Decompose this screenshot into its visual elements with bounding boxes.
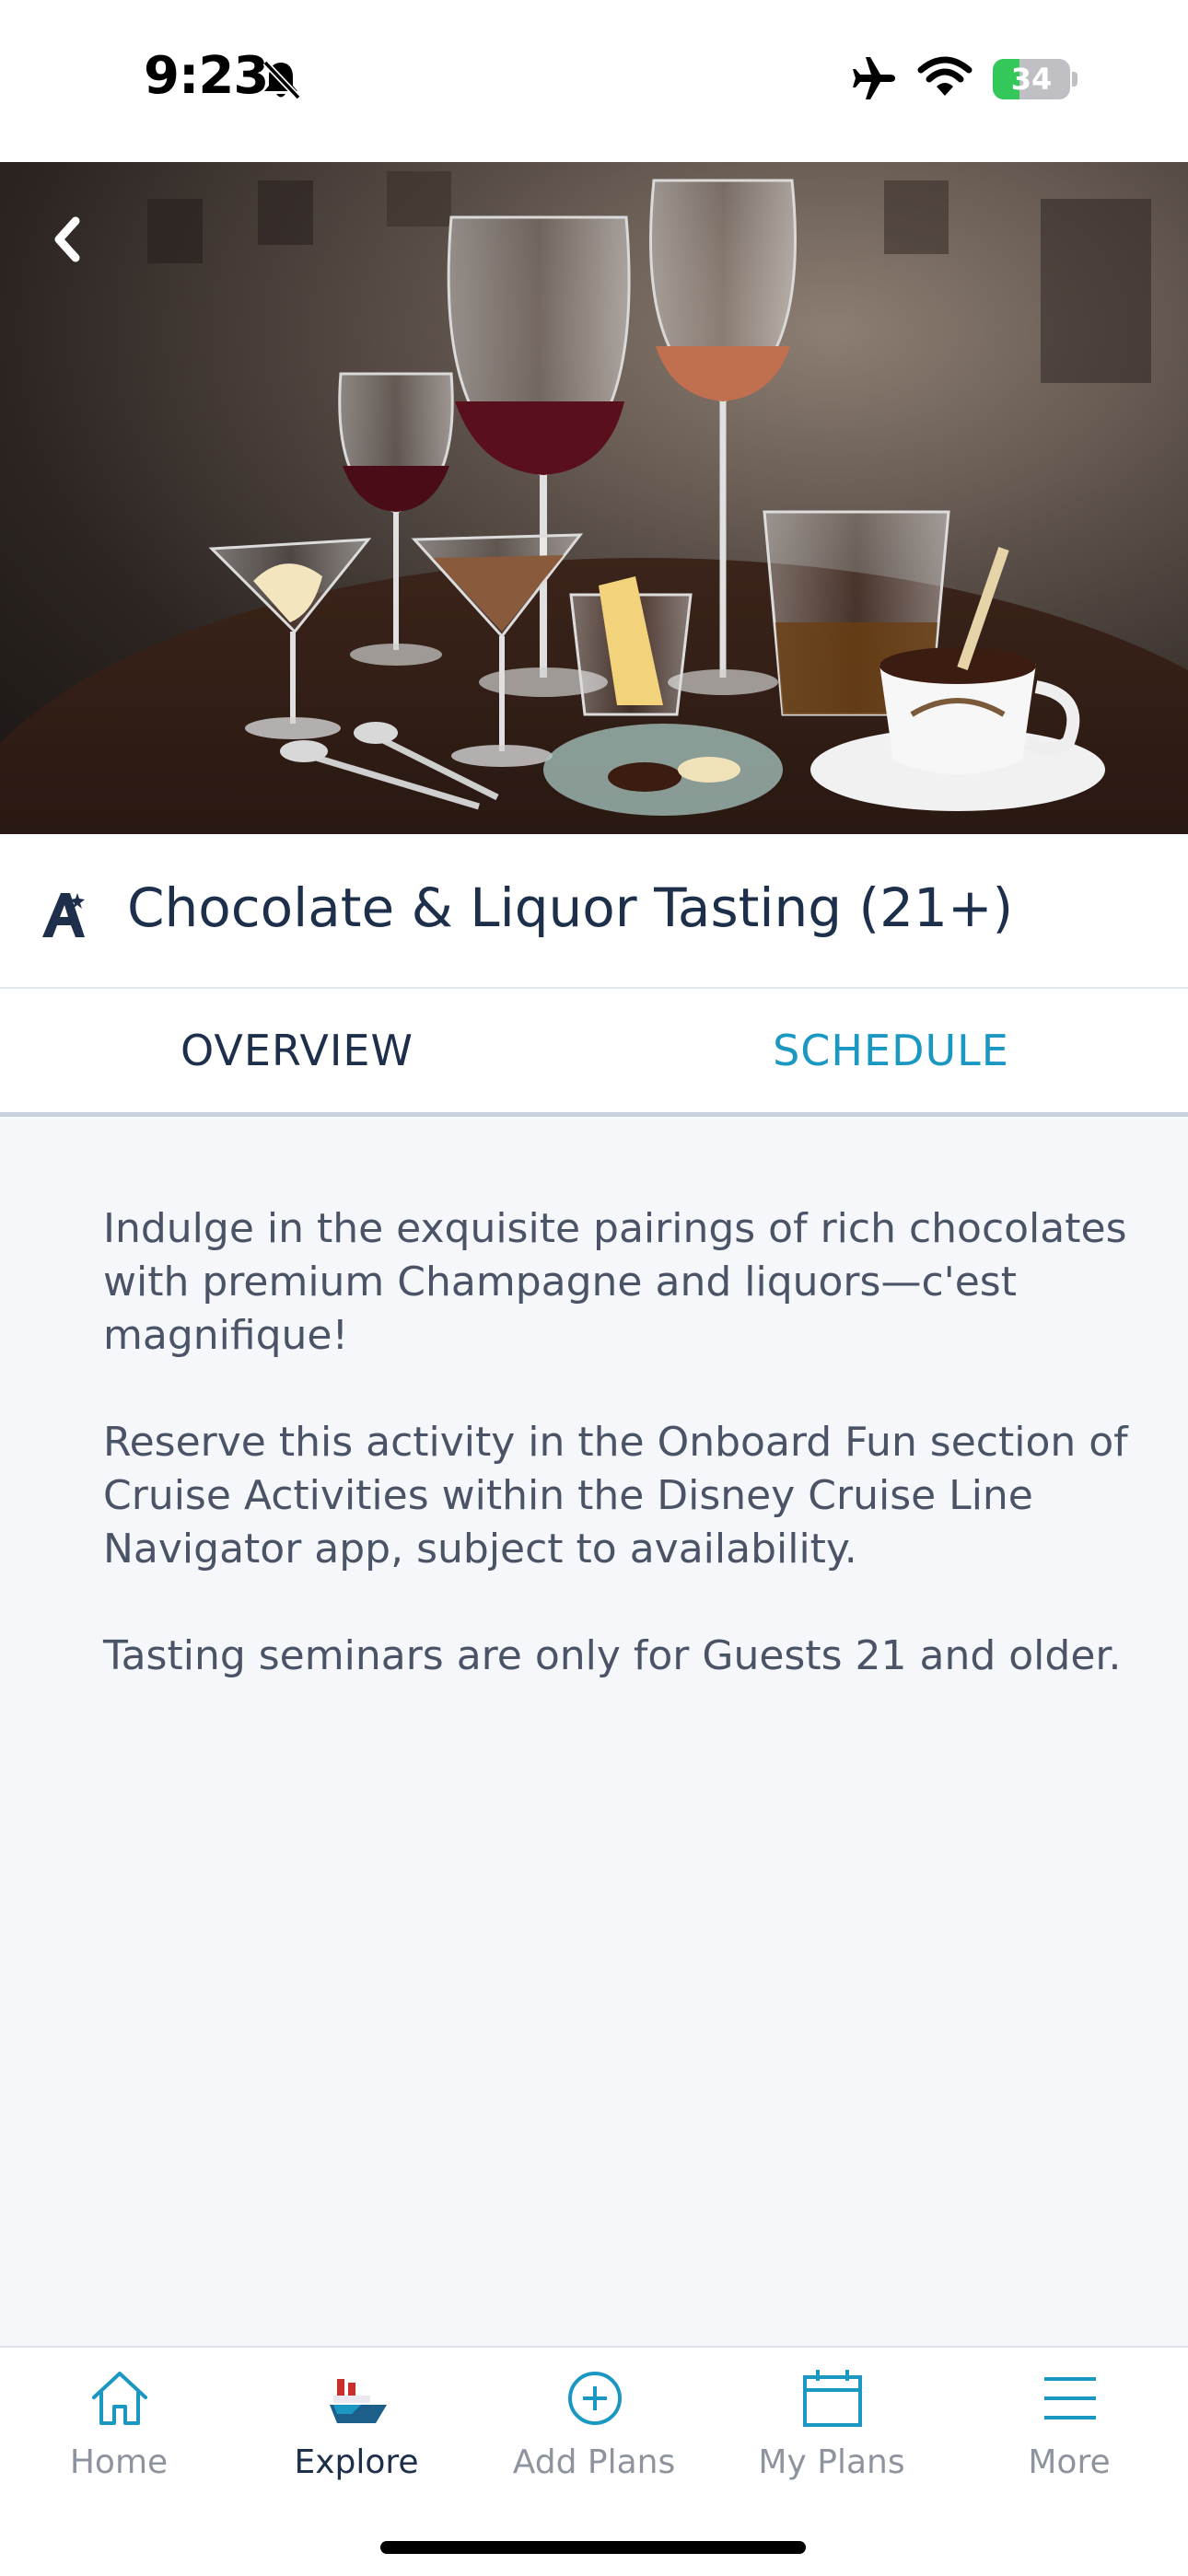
description-paragraph: Tasting seminars are only for Guests 21 … xyxy=(103,1632,1122,1679)
tab-bar-label: Explore xyxy=(294,2443,419,2481)
tab-bar-label: More xyxy=(1028,2443,1111,2481)
bell-slash-icon xyxy=(262,60,301,100)
title-bar: Chocolate & Liquor Tasting (21+) xyxy=(0,834,1188,989)
battery-icon: 34 xyxy=(993,59,1077,99)
description-paragraph: Indulge in the exquisite pairings of ric… xyxy=(103,1205,1127,1359)
plus-circle-icon xyxy=(568,2372,622,2425)
segmented-tabs: OVERVIEW SCHEDULE xyxy=(0,989,1188,1117)
back-button[interactable] xyxy=(28,193,101,285)
tab-bar-label: Add Plans xyxy=(512,2443,676,2481)
status-time: 9:23 xyxy=(144,46,269,106)
home-icon xyxy=(92,2372,147,2425)
hero-image xyxy=(0,162,1188,834)
description-paragraph: Reserve this activity in the Onboard Fun… xyxy=(103,1419,1128,1572)
tab-bar-item-add-plans[interactable]: Add Plans xyxy=(475,2348,713,2504)
status-bar: 9:23 34 xyxy=(0,0,1188,162)
menu-icon xyxy=(1044,2377,1096,2419)
ship-icon xyxy=(330,2379,387,2423)
chevron-left-icon xyxy=(54,216,80,262)
page-title: Chocolate & Liquor Tasting (21+) xyxy=(127,876,1014,939)
wifi-icon xyxy=(917,56,973,96)
home-indicator[interactable] xyxy=(380,2541,806,2554)
tab-bar-label: Home xyxy=(69,2443,169,2481)
airplane-icon xyxy=(853,57,895,99)
battery-level: 34 xyxy=(1010,62,1053,97)
tab-bar-item-home[interactable]: Home xyxy=(0,2348,238,2504)
tab-bar-label: My Plans xyxy=(758,2443,905,2481)
tasting-glasses-illustration xyxy=(0,171,1188,834)
tab-bar-item-explore[interactable]: Explore xyxy=(238,2348,475,2504)
calendar-icon xyxy=(803,2370,862,2427)
tab-bar-item-my-plans[interactable]: My Plans xyxy=(713,2348,950,2504)
tab-bar-item-more[interactable]: More xyxy=(950,2348,1188,2504)
overview-description: Indulge in the exquisite pairings of ric… xyxy=(103,1202,1135,1736)
tab-overview[interactable]: OVERVIEW xyxy=(0,989,594,1112)
tab-schedule[interactable]: SCHEDULE xyxy=(594,989,1188,1112)
activity-star-icon xyxy=(42,893,85,937)
